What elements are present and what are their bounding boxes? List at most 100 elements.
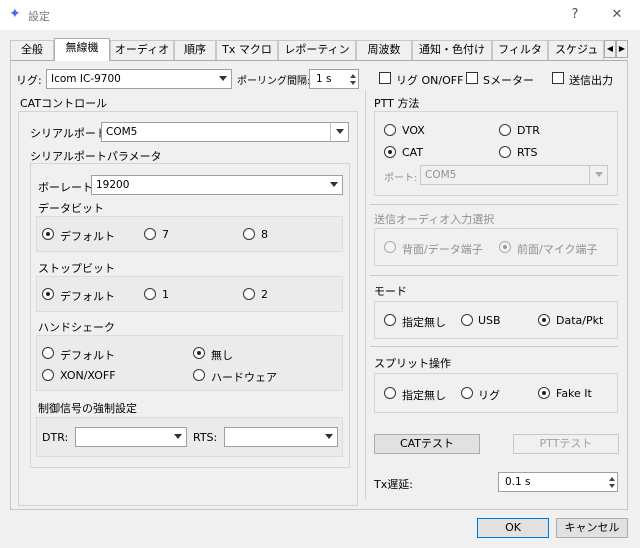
- dtr-label: DTR:: [42, 431, 69, 444]
- mode-datapkt-label: Data/Pkt: [556, 314, 604, 327]
- ptt-port-select[interactable]: COM5: [420, 165, 608, 185]
- handshake-none-label: 無し: [211, 349, 233, 362]
- split-rig-label: リグ: [478, 389, 500, 402]
- tab-audio[interactable]: オーディオ: [110, 40, 174, 60]
- stop-bits-default-label: デフォルト: [60, 290, 115, 303]
- tab-reporting[interactable]: レポーティング: [278, 40, 356, 74]
- serial-port-value: COM5: [106, 126, 138, 138]
- ptt-dtr-radio[interactable]: [499, 124, 511, 136]
- cat-test-button[interactable]: CATテスト: [374, 434, 480, 454]
- spin-down-icon[interactable]: [609, 484, 615, 488]
- spin-up-icon[interactable]: [609, 477, 615, 481]
- ptt-test-button[interactable]: PTTテスト: [513, 434, 619, 454]
- stop-bits-2-radio[interactable]: [243, 288, 255, 300]
- tx-output-checkbox[interactable]: [552, 72, 564, 84]
- spin-down-icon[interactable]: [350, 81, 356, 85]
- split-title: スプリット操作: [374, 357, 451, 370]
- tx-delay-value: 0.1 s: [505, 476, 531, 488]
- tab-strip: 全般 無線機 オーディオ 順序 Tx マクロ レポーティング 周波数 通知・色付…: [10, 38, 628, 74]
- ptt-dtr-label: DTR: [517, 124, 540, 137]
- ptt-cat-radio[interactable]: [384, 146, 396, 158]
- stop-bits-1-radio[interactable]: [144, 288, 156, 300]
- baud-rate-label: ボーレート:: [38, 181, 97, 194]
- tab-sequence[interactable]: 順序: [174, 40, 216, 60]
- mode-none-label: 指定無し: [402, 316, 446, 329]
- close-button[interactable]: ✕: [600, 3, 634, 27]
- handshake-default-radio[interactable]: [42, 347, 54, 359]
- mode-usb-label: USB: [478, 314, 501, 327]
- help-button[interactable]: ?: [558, 3, 592, 27]
- tab-general[interactable]: 全般: [10, 40, 54, 60]
- baud-rate-select[interactable]: 19200: [91, 175, 343, 195]
- split-fakeit-label: Fake It: [556, 387, 592, 400]
- title-bar: ✦ 設定 ? ✕: [0, 0, 640, 30]
- tab-scroll-left-icon[interactable]: ◀: [604, 40, 616, 58]
- ptt-port-value: COM5: [425, 169, 457, 181]
- split-none-radio[interactable]: [384, 387, 396, 399]
- split-fakeit-radio[interactable]: [538, 387, 550, 399]
- chevron-down-icon: [219, 76, 227, 81]
- split-rig-radio[interactable]: [461, 387, 473, 399]
- audio-rear-radio[interactable]: [384, 241, 396, 253]
- handshake-default-label: デフォルト: [60, 349, 115, 362]
- spin-up-icon[interactable]: [350, 74, 356, 78]
- serial-port-select[interactable]: COM5: [101, 122, 349, 142]
- data-bits-default-label: デフォルト: [60, 230, 115, 243]
- dtr-select[interactable]: [75, 427, 187, 447]
- audio-front-radio[interactable]: [499, 241, 511, 253]
- chevron-down-icon: [595, 172, 603, 177]
- tab-notifications[interactable]: 通知・色付け: [412, 40, 492, 60]
- handshake-group: [36, 335, 343, 391]
- baud-rate-value: 19200: [96, 179, 130, 191]
- ok-button[interactable]: OK: [477, 518, 549, 538]
- split-none-label: 指定無し: [402, 389, 446, 402]
- divider: [370, 204, 618, 205]
- divider: [370, 275, 618, 276]
- handshake-none-radio[interactable]: [193, 347, 205, 359]
- divider: [370, 346, 618, 347]
- handshake-hardware-label: ハードウェア: [211, 371, 277, 384]
- audio-input-title: 送信オーディオ入力選択: [374, 213, 495, 226]
- tab-radio[interactable]: 無線機: [54, 38, 110, 61]
- ptt-port-label: ポート:: [384, 173, 418, 184]
- stop-bits-default-radio[interactable]: [42, 288, 54, 300]
- poll-interval-value: 1 s: [316, 73, 332, 85]
- rig-select[interactable]: Icom IC-9700: [46, 69, 232, 89]
- handshake-title: ハンドシェーク: [38, 321, 115, 334]
- rts-select[interactable]: [224, 427, 338, 447]
- ptt-rts-label: RTS: [517, 146, 538, 159]
- tab-scroll-right-icon[interactable]: ▶: [616, 40, 628, 58]
- ptt-method-title: PTT 方法: [374, 97, 420, 110]
- poll-interval-label: ポーリング間隔:: [237, 76, 311, 87]
- tab-filters[interactable]: フィルタ: [492, 40, 548, 60]
- ptt-vox-radio[interactable]: [384, 124, 396, 136]
- cat-control-title: CATコントロール: [20, 97, 108, 110]
- tab-scheduling[interactable]: スケジューリ: [548, 40, 604, 60]
- mode-datapkt-radio[interactable]: [538, 314, 550, 326]
- data-bits-8-radio[interactable]: [243, 228, 255, 240]
- ptt-rts-radio[interactable]: [499, 146, 511, 158]
- handshake-xonxoff-label: XON/XOFF: [60, 369, 116, 382]
- mode-title: モード: [374, 285, 407, 298]
- serial-params-title: シリアルポートパラメータ: [30, 150, 162, 163]
- tx-delay-spinbox[interactable]: 0.1 s: [498, 472, 618, 492]
- handshake-xonxoff-radio[interactable]: [42, 369, 54, 381]
- rig-onoff-label: リグ ON/OFF: [396, 74, 464, 87]
- smeter-checkbox[interactable]: [466, 72, 478, 84]
- chevron-down-icon: [325, 434, 333, 439]
- mode-none-radio[interactable]: [384, 314, 396, 326]
- rig-onoff-checkbox[interactable]: [379, 72, 391, 84]
- window-title: 設定: [28, 10, 50, 23]
- handshake-hardware-radio[interactable]: [193, 369, 205, 381]
- rig-value: Icom IC-9700: [51, 73, 121, 85]
- data-bits-7-radio[interactable]: [144, 228, 156, 240]
- mode-usb-radio[interactable]: [461, 314, 473, 326]
- data-bits-default-radio[interactable]: [42, 228, 54, 240]
- poll-interval-spinbox[interactable]: 1 s: [309, 69, 359, 89]
- audio-front-label: 前面/マイク端子: [517, 243, 598, 256]
- tab-frequencies[interactable]: 周波数: [356, 40, 412, 60]
- cancel-button[interactable]: キャンセル: [556, 518, 628, 538]
- serial-port-label: シリアルポート:: [30, 127, 111, 140]
- tab-tx-macros[interactable]: Tx マクロ: [216, 40, 278, 60]
- stop-bits-1-label: 1: [162, 288, 169, 301]
